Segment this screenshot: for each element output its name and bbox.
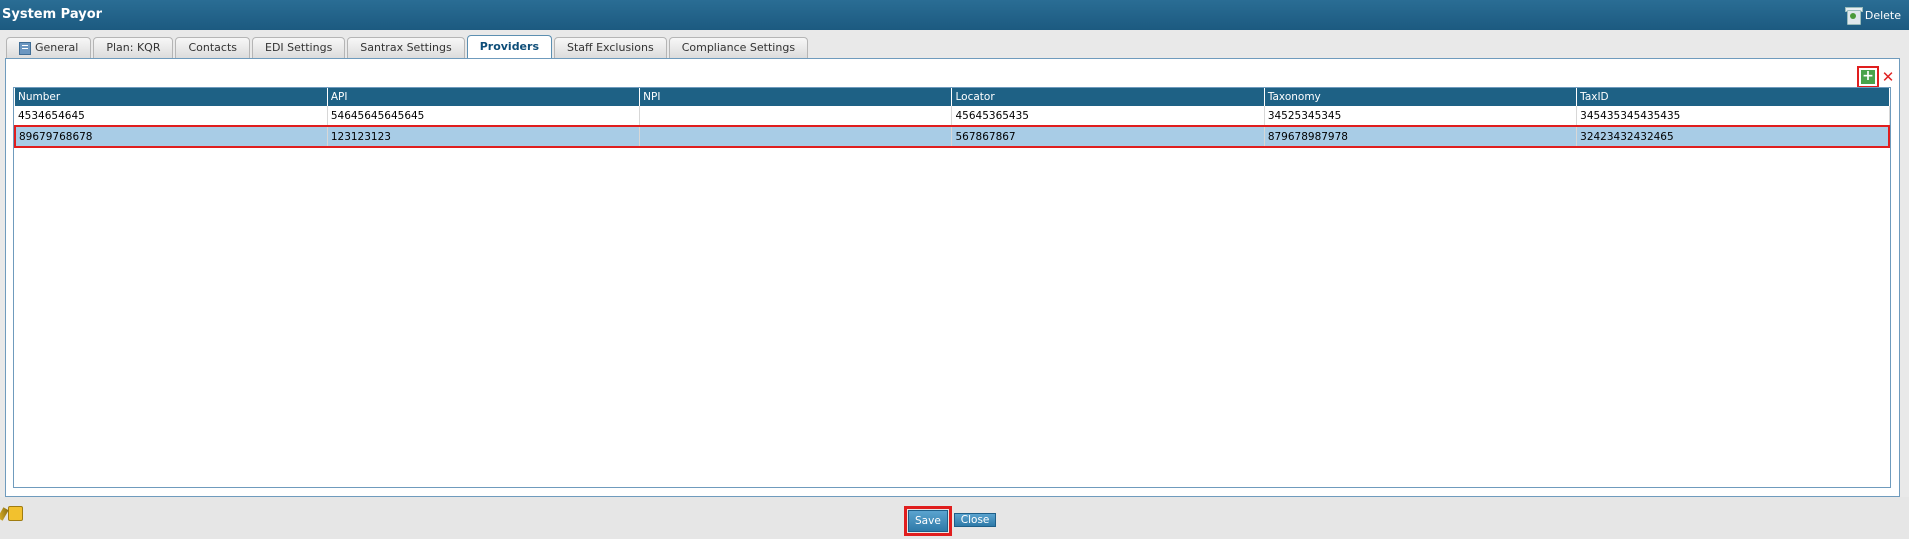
close-wrap: Close — [953, 506, 997, 536]
plus-icon[interactable]: + — [1861, 69, 1875, 84]
tab-label: Compliance Settings — [681, 41, 796, 54]
grid-header-row: Number API NPI Locator Taxonomy TaxID — [15, 88, 1890, 106]
save-button[interactable]: Save — [908, 510, 948, 532]
tab-bar: General Plan: KQR Contacts EDI Settings … — [6, 35, 809, 58]
tab-label: Contacts — [188, 41, 238, 54]
recycle-bin-icon — [1844, 6, 1863, 25]
close-icon[interactable]: ✕ — [1881, 70, 1895, 85]
cell-api[interactable]: 54645645645645 — [327, 106, 641, 127]
footer-icons — [0, 506, 23, 521]
column-header-api[interactable]: API — [327, 88, 641, 106]
tab-edi-settings[interactable]: EDI Settings — [252, 37, 346, 58]
table-row-selected[interactable]: 89679768678 123123123 567867867 87967898… — [13, 125, 1891, 148]
document-icon — [19, 41, 31, 55]
tab-label: Providers — [479, 40, 539, 53]
providers-panel: + ✕ Number API NPI Locator Taxonomy TaxI… — [5, 58, 1900, 497]
cell-locator[interactable]: 567867867 — [951, 125, 1265, 148]
add-highlight: + — [1857, 66, 1879, 88]
cell-number[interactable]: 89679768678 — [13, 125, 328, 148]
column-header-npi[interactable]: NPI — [639, 88, 953, 106]
dialog-footer: Save Close — [0, 497, 1909, 539]
tab-label: Staff Exclusions — [567, 41, 654, 54]
tab-plan[interactable]: Plan: KQR — [93, 37, 174, 58]
table-row[interactable]: 4534654645 54645645645645 45645365435 34… — [15, 106, 1890, 127]
cell-npi[interactable] — [639, 106, 953, 127]
tab-santrax-settings[interactable]: Santrax Settings — [347, 37, 465, 58]
note-icon[interactable] — [8, 506, 23, 521]
column-header-number[interactable]: Number — [15, 88, 328, 106]
tab-label: General — [35, 41, 79, 54]
tab-staff-exclusions[interactable]: Staff Exclusions — [554, 37, 667, 58]
cell-taxid[interactable]: 345435345435435 — [1576, 106, 1890, 127]
close-button[interactable]: Close — [953, 513, 997, 527]
tab-label: Santrax Settings — [360, 41, 452, 54]
delete-button[interactable]: Delete — [1844, 6, 1901, 25]
providers-grid: Number API NPI Locator Taxonomy TaxID 45… — [13, 87, 1891, 488]
cell-number[interactable]: 4534654645 — [15, 106, 328, 127]
column-header-taxonomy[interactable]: Taxonomy — [1264, 88, 1578, 106]
tab-label: EDI Settings — [265, 41, 333, 54]
window-titlebar: System Payor Delete — [0, 0, 1909, 30]
column-header-locator[interactable]: Locator — [951, 88, 1265, 106]
tab-general[interactable]: General — [6, 37, 92, 58]
cell-taxonomy[interactable]: 34525345345 — [1264, 106, 1578, 127]
cell-locator[interactable]: 45645365435 — [951, 106, 1265, 127]
footer-buttons: Save Close — [904, 506, 997, 536]
cell-npi[interactable] — [639, 125, 953, 148]
cell-taxid[interactable]: 32423432432465 — [1576, 125, 1891, 148]
save-highlight: Save — [904, 506, 952, 536]
grid-toolbar: + ✕ — [1857, 66, 1895, 88]
cell-taxonomy[interactable]: 879678987978 — [1264, 125, 1578, 148]
column-header-taxid[interactable]: TaxID — [1576, 88, 1890, 106]
delete-label: Delete — [1864, 8, 1901, 22]
window-title: System Payor — [2, 7, 103, 22]
tab-providers[interactable]: Providers — [466, 35, 552, 58]
cell-api[interactable]: 123123123 — [327, 125, 641, 148]
tab-label: Plan: KQR — [106, 41, 161, 54]
tab-contacts[interactable]: Contacts — [175, 37, 251, 58]
tab-compliance-settings[interactable]: Compliance Settings — [668, 37, 809, 58]
